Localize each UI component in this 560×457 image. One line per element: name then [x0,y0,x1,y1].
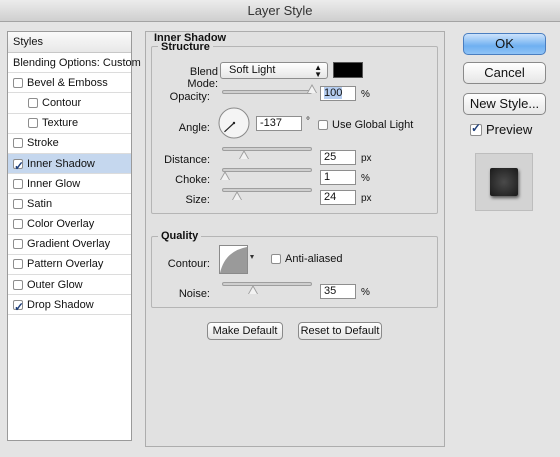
style-item-outer-glow[interactable]: Outer Glow [8,275,131,296]
style-item-checkbox[interactable] [13,178,23,189]
preview-thumbnail [475,153,533,211]
preview-swatch [490,168,518,196]
new-style-button[interactable]: New Style... [463,93,546,115]
distance-label: Distance: [164,154,210,166]
style-item-inner-shadow[interactable]: Inner Shadow [8,153,131,176]
style-item-satin[interactable]: Satin [8,194,131,215]
style-item-texture[interactable]: Texture [8,114,131,134]
preview-label: Preview [486,122,533,137]
inner-shadow-panel: Inner Shadow Structure Blend Mode: Soft … [145,31,445,447]
style-item-checkbox[interactable] [13,219,23,230]
choke-unit: % [361,173,370,184]
style-item-checkbox[interactable] [28,97,38,108]
contour-label: Contour: [167,258,210,270]
opacity-label: Opacity: [169,91,210,103]
style-item-label: Bevel & Emboss [27,76,108,89]
noise-slider[interactable] [222,282,312,286]
anti-aliased-label: Anti-aliased [285,253,343,265]
anti-aliased-box[interactable] [271,254,281,264]
shadow-color-swatch[interactable] [333,62,363,78]
reset-default-button[interactable]: Reset to Default [298,322,382,340]
ok-button[interactable]: OK [463,33,546,55]
blend-mode-value: Soft Light [229,64,276,76]
style-item-label: Contour [42,96,82,109]
style-item-checkbox[interactable] [13,198,23,209]
size-unit: px [361,193,372,204]
style-item-label: Satin [27,197,53,210]
styles-header[interactable]: Styles [8,32,131,53]
style-item-label: Pattern Overlay [27,258,104,271]
distance-slider-thumb[interactable] [239,150,249,159]
size-label: Size: [185,194,210,206]
style-item-checkbox[interactable] [13,77,23,88]
noise-unit: % [361,287,370,298]
use-global-light-box[interactable] [318,120,328,130]
noise-slider-thumb[interactable] [248,285,258,294]
contour-picker[interactable] [219,245,257,275]
angle-unit: ° [306,116,310,127]
opacity-unit: % [361,89,370,100]
style-item-label: Inner Glow [27,177,81,190]
angle-field[interactable]: -137 [256,116,302,131]
style-item-checkbox[interactable] [13,156,24,176]
style-item-checkbox[interactable] [13,138,23,149]
style-item-bevel-emboss[interactable]: Bevel & Emboss [8,73,131,94]
style-item-label: Stroke [27,137,59,150]
window-title: Layer Style [247,3,313,18]
opacity-slider-thumb[interactable] [307,84,317,93]
style-item-checkbox[interactable] [28,118,38,129]
cancel-button[interactable]: Cancel [463,62,546,84]
noise-label: Noise: [178,288,210,300]
style-item-checkbox[interactable] [13,239,23,250]
quality-title: Quality [158,230,202,242]
title-bar: Layer Style [0,0,560,22]
blend-mode-select[interactable]: Soft Light ▲ ▼ [220,62,328,79]
structure-title: Structure [158,41,213,53]
angle-label: Angle: [178,122,210,134]
angle-dial[interactable] [217,106,251,140]
choke-field[interactable]: 1 [320,170,356,185]
size-field[interactable]: 24 [320,190,356,205]
style-item-contour[interactable]: Contour [8,93,131,114]
choke-label: Choke: [175,174,210,186]
anti-aliased-checkbox[interactable]: Anti-aliased [271,253,342,265]
opacity-slider[interactable] [222,90,312,94]
blend-mode-label: Blend Mode: [187,66,218,90]
distance-slider[interactable] [222,147,312,151]
blending-options-label: Blending Options: Custom [13,56,141,69]
blending-options-item[interactable]: Blending Options: Custom [8,53,141,74]
make-default-button[interactable]: Make Default [207,322,283,340]
style-item-label: Drop Shadow [27,298,94,311]
styles-list: Styles Blending Options: Custom Bevel & … [7,31,141,441]
dialog-body: Styles Blending Options: Custom Bevel & … [0,22,560,457]
style-item-inner-glow[interactable]: Inner Glow [8,174,131,195]
choke-slider-thumb[interactable] [220,171,230,180]
style-item-label: Outer Glow [27,278,83,291]
use-global-light-checkbox[interactable]: Use Global Light [318,119,413,131]
style-item-label: Texture [42,117,79,130]
style-item-drop-shadow[interactable]: Drop Shadow [8,295,131,317]
size-slider-thumb[interactable] [232,191,242,200]
style-item-label: Inner Shadow [27,157,95,170]
opacity-field[interactable]: 100 [320,86,356,101]
style-item-checkbox[interactable] [13,279,23,290]
distance-field[interactable]: 25 [320,150,356,165]
style-item-label: Gradient Overlay [27,238,111,251]
preview-box[interactable] [470,121,482,136]
style-item-pattern-overlay[interactable]: Pattern Overlay [8,255,131,276]
style-item-gradient-overlay[interactable]: Gradient Overlay [8,235,131,255]
use-global-light-label: Use Global Light [332,119,414,131]
style-item-stroke[interactable]: Stroke [8,134,131,154]
distance-unit: px [361,153,372,164]
select-arrows-icon: ▲ ▼ [314,63,322,79]
style-item-color-overlay[interactable]: Color Overlay [8,215,131,235]
style-item-checkbox[interactable] [13,259,23,270]
noise-field[interactable]: 35 [320,284,356,299]
preview-checkbox[interactable]: Preview [470,121,533,137]
style-item-checkbox[interactable] [13,297,24,317]
choke-slider[interactable] [222,168,312,172]
style-item-label: Color Overlay [27,218,95,231]
